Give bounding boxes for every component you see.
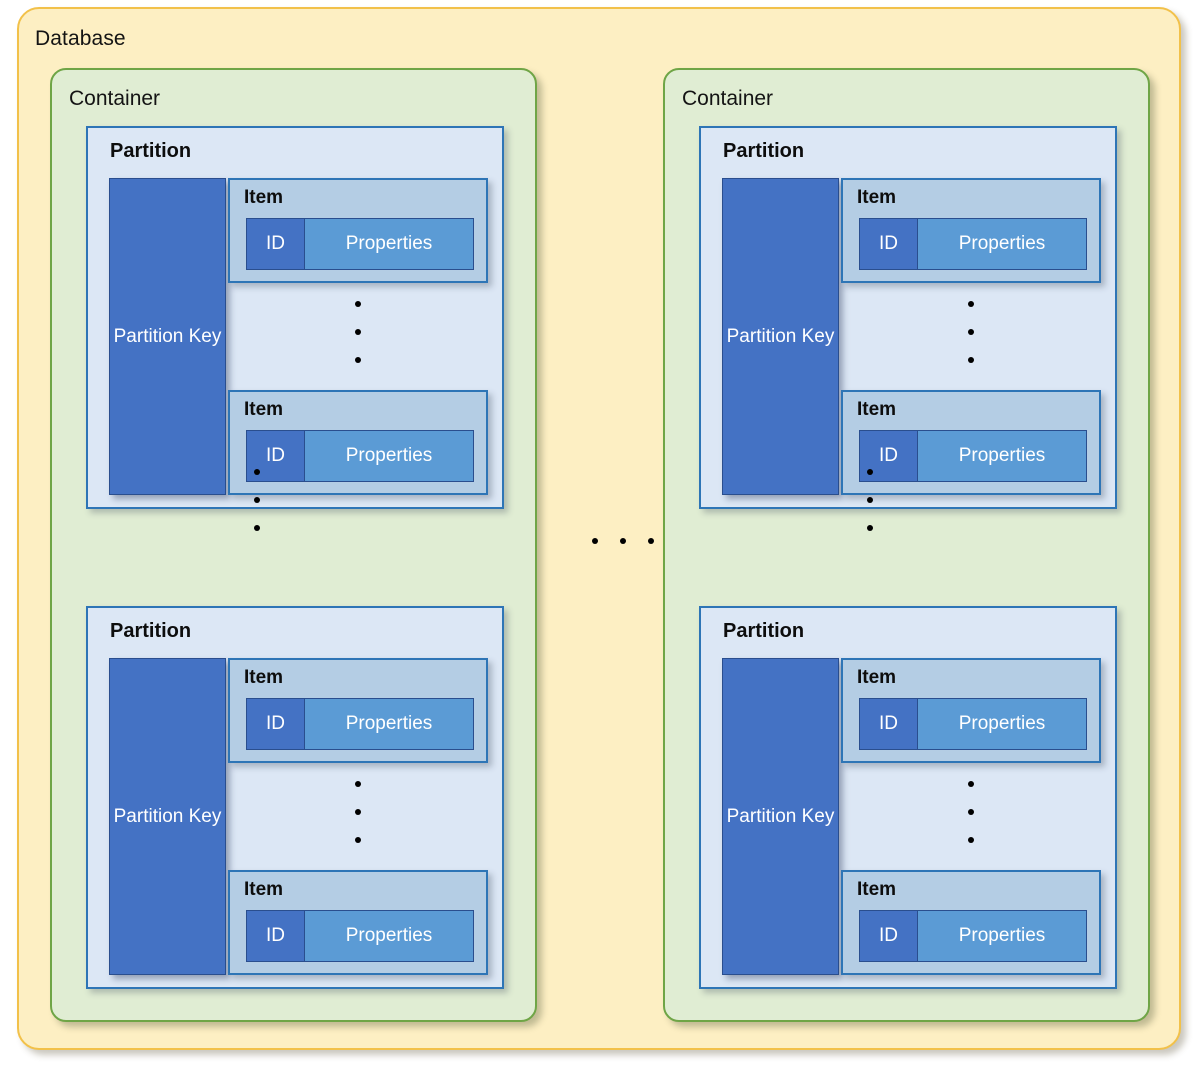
item-id-cell: ID [247,699,305,749]
item-properties-cell: Properties [918,431,1086,481]
items-ellipsis [355,301,361,363]
containers-ellipsis [592,538,654,544]
item-label: Item [244,879,284,900]
container-label: Container [69,87,161,110]
item-label: Item [857,879,897,900]
item-label: Item [857,667,897,688]
ellipsis-dot [254,469,260,475]
partition-key-block: Partition Key [109,658,226,975]
ellipsis-dot [254,497,260,503]
items-ellipsis [968,781,974,843]
item-row: ID Properties [859,698,1087,750]
item-label: Item [857,399,897,420]
item-row: ID Properties [859,430,1087,482]
partition-key-line-1: Partition [726,805,797,827]
database-label: Database [35,27,126,50]
partition-key-line-1: Partition [113,325,184,347]
partition-key-line-2: Key [801,805,835,827]
item-row: ID Properties [246,910,474,962]
item-box: Item ID Properties [228,390,488,495]
ellipsis-dot [968,329,974,335]
partition-label: Partition [110,140,192,162]
partition-key-line-1: Partition [113,805,184,827]
ellipsis-dot [355,329,361,335]
items-column: Item ID Properties Item ID Properties [841,178,1101,495]
item-properties-cell: Properties [918,219,1086,269]
items-column: Item ID Properties Item ID Properties [228,658,488,975]
items-column: Item ID Properties Item ID Properties [841,658,1101,975]
partition-key-line-2: Key [801,325,835,347]
container-box-1: Container Partition Partition Key Item I… [50,68,537,1022]
ellipsis-dot [867,469,873,475]
partition-box: Partition Partition Key Item ID Properti… [86,126,504,509]
items-ellipsis [968,301,974,363]
item-label: Item [857,187,897,208]
partition-key-block: Partition Key [722,658,839,975]
item-properties-cell: Properties [305,699,473,749]
ellipsis-dot [968,837,974,843]
ellipsis-dot [355,781,361,787]
partition-label: Partition [110,620,192,642]
item-id-cell: ID [247,219,305,269]
partition-key-block: Partition Key [722,178,839,495]
partition-box: Partition Partition Key Item ID Properti… [86,606,504,989]
item-properties-cell: Properties [918,911,1086,961]
item-properties-cell: Properties [305,431,473,481]
item-row: ID Properties [859,218,1087,270]
item-id-cell: ID [860,219,918,269]
ellipsis-dot [968,357,974,363]
item-row: ID Properties [246,218,474,270]
item-box: Item ID Properties [841,178,1101,283]
container-box-2: Container Partition Partition Key Item I… [663,68,1150,1022]
ellipsis-dot [648,538,654,544]
ellipsis-dot [254,525,260,531]
item-properties-cell: Properties [305,219,473,269]
partitions-ellipsis-container-1 [254,469,260,531]
item-properties-cell: Properties [918,699,1086,749]
item-box: Item ID Properties [841,390,1101,495]
item-box: Item ID Properties [228,870,488,975]
item-box: Item ID Properties [841,870,1101,975]
item-label: Item [244,187,284,208]
ellipsis-dot [968,301,974,307]
partition-key-line-2: Key [188,325,222,347]
item-properties-cell: Properties [305,911,473,961]
ellipsis-dot [592,538,598,544]
partition-label: Partition [723,140,805,162]
partition-key-line-2: Key [188,805,222,827]
items-ellipsis [355,781,361,843]
ellipsis-dot [355,809,361,815]
partition-label: Partition [723,620,805,642]
item-id-cell: ID [247,911,305,961]
partition-key-block: Partition Key [109,178,226,495]
ellipsis-dot [620,538,626,544]
item-box: Item ID Properties [228,658,488,763]
database-box: Database Container Partition Partition K… [17,7,1181,1050]
item-row: ID Properties [859,910,1087,962]
item-id-cell: ID [860,911,918,961]
ellipsis-dot [867,497,873,503]
partition-box: Partition Partition Key Item ID Properti… [699,126,1117,509]
ellipsis-dot [355,357,361,363]
item-label: Item [244,667,284,688]
item-label: Item [244,399,284,420]
ellipsis-dot [867,525,873,531]
item-row: ID Properties [246,698,474,750]
ellipsis-dot [968,781,974,787]
ellipsis-dot [968,809,974,815]
ellipsis-dot [355,837,361,843]
ellipsis-dot [355,301,361,307]
partition-box: Partition Partition Key Item ID Properti… [699,606,1117,989]
partition-key-line-1: Partition [726,325,797,347]
item-id-cell: ID [860,699,918,749]
item-row: ID Properties [246,430,474,482]
item-box: Item ID Properties [228,178,488,283]
container-label: Container [682,87,774,110]
item-box: Item ID Properties [841,658,1101,763]
items-column: Item ID Properties Item ID Properties [228,178,488,495]
partitions-ellipsis-container-2 [867,469,873,531]
